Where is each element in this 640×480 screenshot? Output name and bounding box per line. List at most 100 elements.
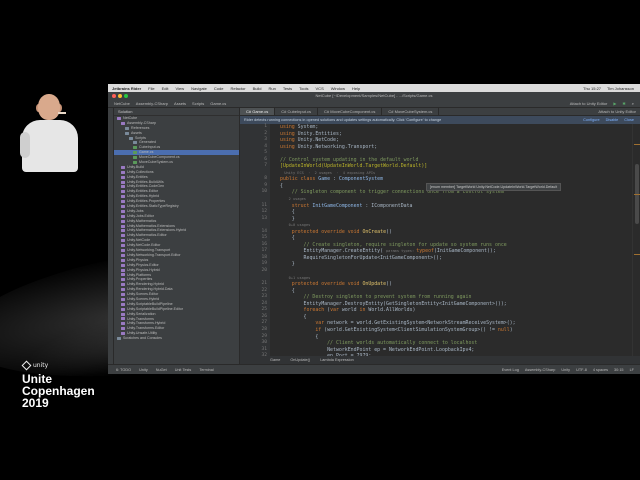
minimize-window-button[interactable]: [118, 94, 122, 98]
line-number-gutter[interactable]: 1 2 3 4 5 6 7 8 9 10 11 12 13 14 15 16 17 18 19 20 21 22 23 24 2…: [240, 124, 270, 358]
status-item[interactable]: UTF-8: [576, 368, 587, 372]
project-icon: [121, 229, 125, 233]
project-icon: [121, 244, 125, 248]
code-token: {: [280, 313, 307, 320]
project-icon: [121, 253, 125, 257]
editor-tab[interactable]: C# Game.cs: [240, 108, 276, 115]
nav-crumb[interactable]: NetCube: [114, 101, 130, 106]
event-branding: Unite Copenhagen 2019: [22, 373, 95, 409]
code-token: params types:: [386, 249, 417, 254]
project-icon: [121, 175, 125, 179]
status-item[interactable]: Unity: [561, 368, 570, 372]
code-token: OnUpdate: [362, 281, 387, 288]
run-configuration[interactable]: Attach to Unity Editor: [570, 101, 608, 106]
unity-logo: unity: [21, 360, 48, 371]
project-icon: [121, 268, 125, 272]
menu-item[interactable]: Build: [253, 86, 262, 91]
run-icon[interactable]: ▶: [613, 101, 616, 106]
solution-tree: NetCube Assembly-CSharp References Assets Sc…: [114, 116, 239, 341]
menu-item[interactable]: Jetbrains Rider: [112, 86, 141, 91]
breadcrumb-item[interactable]: OnUpdate(): [290, 356, 310, 364]
tool-window-button[interactable]: Unity: [139, 368, 148, 372]
project-icon: [121, 307, 125, 311]
nav-crumb[interactable]: Assembly-CSharp: [136, 101, 168, 106]
status-item[interactable]: 4 spaces: [593, 368, 608, 372]
menu-item[interactable]: Refactor: [230, 86, 245, 91]
zoom-window-button[interactable]: [124, 94, 128, 98]
unity-cube-icon: [21, 360, 32, 371]
code-token: NetworkEndPoint ep = NetworkEndPoint.Loo…: [280, 346, 475, 353]
nav-crumb[interactable]: Scripts: [192, 101, 204, 106]
code-token: var: [330, 307, 342, 314]
project-icon: [121, 239, 125, 243]
close-window-button[interactable]: [112, 94, 116, 98]
solution-explorer: Solution NetCube Assembly-CSharp Reference…: [114, 108, 240, 364]
project-icon: [121, 165, 125, 169]
status-item[interactable]: Assembly-CSharp: [525, 368, 556, 372]
speaker-video: [18, 92, 80, 172]
status-item[interactable]: 30:15: [614, 368, 624, 372]
debug-icon[interactable]: ✱: [622, 101, 625, 106]
menu-item[interactable]: Tests: [283, 86, 292, 91]
csharp-file-icon: [133, 156, 137, 160]
editor-tab[interactable]: C# MoveCubeSystem.cs: [382, 108, 440, 115]
user-name: Tim Johansson: [607, 85, 634, 91]
menu-item[interactable]: Tools: [299, 86, 308, 91]
nav-crumb[interactable]: Game.cs: [210, 101, 226, 106]
status-item[interactable]: LF: [630, 368, 634, 372]
tool-window-button[interactable]: Terminal: [199, 368, 213, 372]
code-token: 2 usages: [280, 197, 306, 202]
code-token: protected override void: [280, 281, 363, 288]
error-stripe-mark[interactable]: [634, 194, 640, 195]
menu-item[interactable]: Window: [331, 86, 345, 91]
error-stripe-mark[interactable]: [634, 254, 640, 255]
notification-link[interactable]: Configure: [583, 116, 599, 124]
editor-tab[interactable]: C# CubeInput.cs: [275, 108, 319, 115]
menu-item[interactable]: Edit: [162, 86, 169, 91]
hover-tooltip: [enum member] TargetWorld Unity.NetCode.…: [426, 183, 562, 191]
tool-window-button[interactable]: Unit Tests: [175, 368, 192, 372]
menu-item[interactable]: Navigate: [191, 86, 207, 91]
code-token: [UpdateInWorld(UpdateInWorld.TargetWorld…: [280, 163, 428, 170]
code-token: }: [280, 261, 295, 268]
breadcrumb-item[interactable]: Game: [270, 356, 280, 364]
code-token: {: [280, 333, 319, 340]
code-token: network = world.GetExistingSystem<Networ…: [327, 320, 516, 327]
error-stripe-mark[interactable]: [634, 144, 640, 145]
code-token: : IComponentData: [365, 202, 413, 209]
notification-link[interactable]: Close: [624, 116, 634, 124]
project-icon: [121, 200, 125, 204]
speaker-body: [22, 120, 78, 172]
editor-scrollbar[interactable]: [632, 124, 640, 356]
menu-item[interactable]: Run: [268, 86, 275, 91]
code-token: RequireSingletonForUpdate<InitGameCompon…: [280, 254, 442, 261]
status-item[interactable]: Event Log: [502, 368, 519, 372]
notification-text: Rider detects running connections in ope…: [244, 118, 442, 122]
menu-item[interactable]: VCS: [316, 86, 324, 91]
code-token: foreach: [280, 307, 328, 314]
code-token: using: [280, 130, 298, 137]
code-token: if: [280, 326, 325, 333]
notification-link[interactable]: Disable: [606, 116, 619, 124]
nav-crumb[interactable]: Assets: [174, 101, 186, 106]
editor-tab[interactable]: C# MoveCubeComponent.cs: [318, 108, 383, 115]
code-area[interactable]: 1 2 3 4 5 6 7 8 9 10 11 12 13 14 15 16 17 18 19 20 21 22 23 24 2…: [240, 124, 632, 359]
menu-item[interactable]: File: [148, 86, 154, 91]
menu-item[interactable]: Help: [352, 86, 360, 91]
menu-item[interactable]: Code: [214, 86, 224, 91]
search-icon[interactable]: ⌕: [632, 101, 634, 106]
project-icon: [121, 302, 125, 306]
code-token: using: [280, 124, 298, 130]
tool-window-button[interactable]: 6: TODO: [116, 368, 131, 372]
code-token: 0+1 usages: [280, 275, 311, 280]
window-title: NetCube [~/Development/Samples/NetCube] …: [315, 93, 433, 98]
menu-item[interactable]: View: [175, 86, 184, 91]
code-lines[interactable]: using System; using Unity.Entities; using …: [270, 124, 632, 359]
project-icon: [121, 297, 125, 301]
status-bar-right: Event Log Assembly-CSharp Unity UTF-8 4 spac…: [502, 368, 640, 372]
tree-item[interactable]: Scratches and Consoles: [114, 336, 239, 341]
breadcrumb-item[interactable]: Lambda Expression: [320, 356, 354, 364]
tool-window-button[interactable]: NuGet: [156, 368, 167, 372]
tab-actions[interactable]: Attach to Unity Editor: [598, 108, 640, 115]
navigation-bar: NetCube Assembly-CSharp Assets Scripts Game.…: [108, 100, 640, 108]
